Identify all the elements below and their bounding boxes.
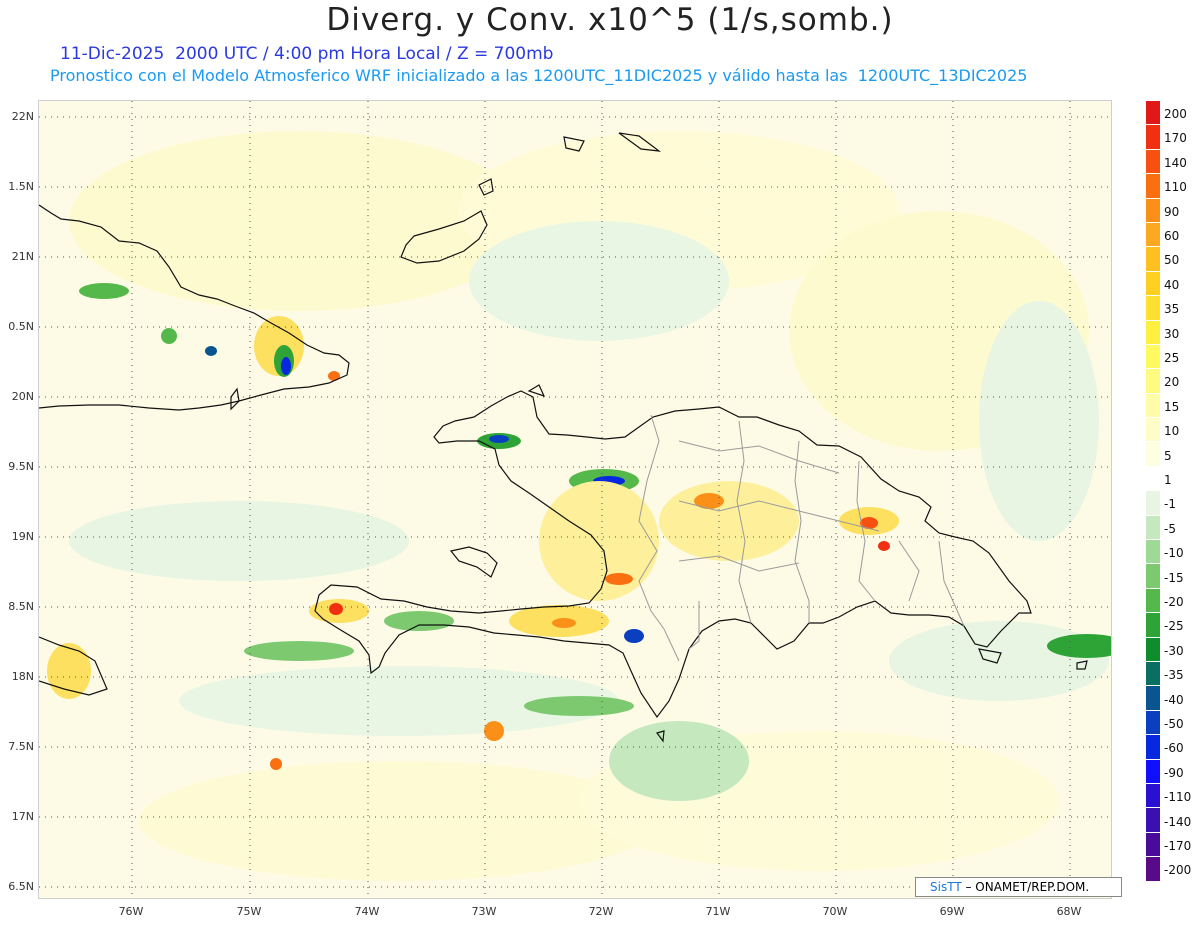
lat-label-18n: 18N <box>11 670 34 683</box>
colorbar-label: -50 <box>1164 717 1184 731</box>
lat-label-17-5n: 7.5N <box>8 740 34 753</box>
colorbar-label: 50 <box>1164 253 1180 268</box>
colorbar-swatch <box>1146 442 1160 467</box>
colorbar-swatch <box>1146 149 1160 175</box>
colorbar-label: 20 <box>1164 375 1180 390</box>
colorbar <box>1146 101 1160 882</box>
colorbar-label: -5 <box>1164 521 1176 536</box>
colorbar-label: -10 <box>1164 546 1184 561</box>
colorbar-swatch <box>1146 515 1160 541</box>
lon-label-76w: 76W <box>118 905 144 918</box>
colorbar-label: 5 <box>1164 448 1172 463</box>
lon-label-68w: 68W <box>1056 905 1082 918</box>
colorbar-swatch <box>1146 783 1160 809</box>
lon-label-72w: 72W <box>588 905 614 918</box>
lat-label-20-5n: 0.5N <box>8 320 34 333</box>
colorbar-label: 60 <box>1164 229 1180 243</box>
colorbar-label: 200 <box>1164 107 1187 121</box>
colorbar-label: -1 <box>1164 497 1176 512</box>
lat-label-21-5n: 1.5N <box>8 180 34 193</box>
colorbar-label: -35 <box>1164 668 1184 683</box>
colorbar-swatch <box>1146 174 1160 199</box>
colorbar-label: 170 <box>1164 131 1187 146</box>
colorbar-swatch <box>1146 661 1160 687</box>
map-canvas <box>39 101 1111 898</box>
lat-label-16-5n: 6.5N <box>8 880 34 893</box>
colorbar-swatch <box>1146 857 1160 882</box>
colorbar-label: 10 <box>1164 424 1180 439</box>
lat-label-18-5n: 8.5N <box>8 600 34 613</box>
colorbar-label: 35 <box>1164 302 1180 317</box>
colorbar-label: 40 <box>1164 277 1180 292</box>
lon-label-74w: 74W <box>354 905 380 918</box>
colorbar-label: -140 <box>1164 814 1192 829</box>
colorbar-label: -90 <box>1164 765 1184 780</box>
colorbar-label: 90 <box>1164 204 1180 219</box>
lat-label-19n: 19N <box>11 530 34 543</box>
colorbar-swatch <box>1146 393 1160 419</box>
colorbar-swatch <box>1146 808 1160 833</box>
colorbar-label: -15 <box>1164 570 1184 585</box>
lon-label-71w: 71W <box>705 905 731 918</box>
colorbar-swatch <box>1146 125 1160 150</box>
colorbar-swatch <box>1146 759 1160 784</box>
colorbar-swatch <box>1146 637 1160 662</box>
colorbar-swatch <box>1146 564 1160 589</box>
model-description: Pronostico con el Modelo Atmosferico WRF… <box>50 66 1028 85</box>
sistt-logo: SisTT <box>930 880 962 894</box>
lon-label-69w: 69W <box>939 905 965 918</box>
colorbar-swatch <box>1146 418 1160 443</box>
colorbar-label: 110 <box>1164 180 1187 195</box>
lon-label-70w: 70W <box>822 905 848 918</box>
colorbar-label: 30 <box>1164 326 1180 341</box>
colorbar-swatch <box>1146 735 1160 760</box>
colorbar-swatch <box>1146 540 1160 565</box>
colorbar-swatch <box>1146 686 1160 711</box>
colorbar-label: -25 <box>1164 619 1184 634</box>
colorbar-label: -40 <box>1164 692 1184 707</box>
lat-label-22n: 22N <box>11 110 34 123</box>
lon-label-73w: 73W <box>471 905 497 918</box>
colorbar-label: 15 <box>1164 399 1180 414</box>
colorbar-swatch <box>1146 247 1160 272</box>
colorbar-swatch <box>1146 222 1160 248</box>
lat-label-21n: 21N <box>11 250 34 263</box>
colorbar-swatch <box>1146 344 1160 370</box>
colorbar-label: -60 <box>1164 741 1184 756</box>
map-title: Diverg. y Conv. x10^5 (1/s,somb.) <box>326 2 894 38</box>
colorbar-swatch <box>1146 832 1160 858</box>
credit-box: SisTT – ONAMET/REP.DOM. <box>915 877 1122 897</box>
convergence-shading <box>39 101 1111 898</box>
colorbar-swatch <box>1146 271 1160 297</box>
colorbar-swatch <box>1146 710 1160 736</box>
credit-org: – ONAMET/REP.DOM. <box>961 880 1090 894</box>
colorbar-label: -170 <box>1164 839 1192 853</box>
colorbar-label: -200 <box>1164 863 1192 878</box>
colorbar-swatch <box>1146 613 1160 638</box>
colorbar-label: -30 <box>1164 643 1184 658</box>
lat-label-19-5n: 9.5N <box>8 460 34 473</box>
colorbar-swatch <box>1146 198 1160 223</box>
colorbar-swatch <box>1146 491 1160 516</box>
colorbar-label: -110 <box>1164 790 1192 805</box>
lon-label-75w: 75W <box>236 905 262 918</box>
lat-label-20n: 20N <box>11 390 34 403</box>
colorbar-swatch <box>1146 466 1160 492</box>
colorbar-swatch <box>1146 588 1160 614</box>
forecast-time: 11-Dic-2025 2000 UTC / 4:00 pm Hora Loca… <box>60 44 554 64</box>
colorbar-label: 140 <box>1164 155 1187 170</box>
colorbar-label: 1 <box>1164 473 1172 487</box>
colorbar-label: 25 <box>1164 351 1180 365</box>
colorbar-swatch <box>1146 296 1160 321</box>
colorbar-swatch <box>1146 369 1160 394</box>
colorbar-swatch <box>1146 320 1160 345</box>
colorbar-swatch <box>1146 101 1160 126</box>
colorbar-label: -20 <box>1164 595 1184 609</box>
lat-label-17n: 17N <box>11 810 34 823</box>
divergence-map <box>38 100 1112 899</box>
